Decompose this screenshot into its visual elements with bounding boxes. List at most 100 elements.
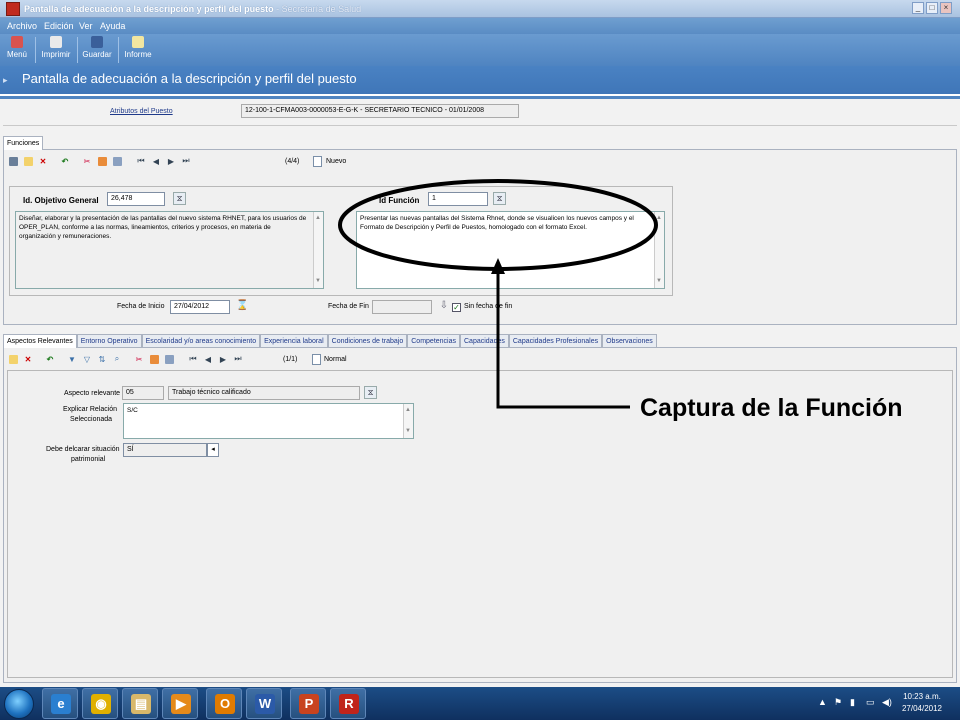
explicar-label: Explicar Relación: [63, 406, 118, 413]
objetivo-text: Diseñar, elaborar y la presentación de l…: [15, 211, 324, 289]
next-record-icon[interactable]: ▶: [217, 353, 229, 365]
calendar-icon[interactable]: ⇩: [438, 300, 450, 314]
copy-icon[interactable]: [96, 155, 108, 167]
menu-archivo[interactable]: Archivo: [7, 21, 37, 31]
network-icon[interactable]: ▮: [850, 697, 855, 708]
page-header: ▸ Pantalla de adecuación a la descripció…: [0, 66, 960, 94]
atributos-field: 12-100-1-CFMA003-0000053-E-G-K - SECRETA…: [241, 104, 519, 118]
divider: [3, 125, 957, 126]
tab-escolaridad[interactable]: Escolaridad y/o areas conocimiento: [141, 334, 261, 348]
tab-observaciones[interactable]: Observaciones: [602, 334, 657, 348]
report-icon: [132, 36, 144, 48]
tab-funciones[interactable]: Funciones: [3, 136, 44, 150]
fecha-fin-field[interactable]: [372, 300, 432, 314]
debe-declarar-select[interactable]: SÍ: [123, 443, 207, 457]
tab-capacidades-profesionales[interactable]: Capacidades Profesionales: [508, 334, 603, 348]
internet-explorer-taskbar-button[interactable]: e: [42, 688, 78, 719]
menu-button[interactable]: Menú: [4, 34, 30, 66]
id-funcion-field[interactable]: 1: [428, 192, 488, 206]
media-player-taskbar-button[interactable]: ▶: [162, 688, 198, 719]
start-button[interactable]: [4, 689, 34, 719]
sin-fecha-checkbox[interactable]: ✓: [452, 303, 461, 312]
tab-entorno-operativo[interactable]: Entorno Operativo: [76, 334, 142, 348]
menu-ayuda[interactable]: Ayuda: [100, 21, 125, 31]
fecha-inicio-field[interactable]: 27/04/2012: [170, 300, 230, 314]
file-explorer-taskbar-button[interactable]: ▤: [122, 688, 158, 719]
header-arrow-icon: ▸: [3, 75, 8, 85]
save-button[interactable]: Guardar: [80, 34, 114, 66]
rhnet-app-taskbar-button[interactable]: R: [330, 688, 366, 719]
new-record-icon[interactable]: [22, 155, 34, 167]
internet-explorer-icon: e: [51, 694, 71, 714]
calendar-icon[interactable]: ⌛: [236, 300, 248, 314]
record-status: Normal: [324, 356, 347, 363]
powerpoint-taskbar-button[interactable]: P: [290, 688, 326, 719]
last-record-icon[interactable]: ⏭: [232, 353, 244, 365]
outlook-taskbar-button[interactable]: O: [206, 688, 242, 719]
aspecto-desc-field: Trabajo técnico calificado: [168, 386, 360, 400]
tab-capacidades[interactable]: Capacidades: [460, 334, 509, 348]
dropdown-arrow-icon[interactable]: ◂: [207, 443, 219, 457]
undo-icon[interactable]: ↶: [59, 155, 71, 167]
clear-filter-icon[interactable]: ▽: [81, 353, 93, 365]
cut-icon[interactable]: ✂: [133, 353, 145, 365]
delete-icon[interactable]: ✕: [22, 353, 34, 365]
minimize-button[interactable]: _: [912, 2, 924, 14]
menu-ver[interactable]: Ver: [79, 21, 93, 31]
filter-icon[interactable]: ⧖: [493, 192, 506, 205]
first-record-icon[interactable]: ⏮: [187, 353, 199, 365]
word-taskbar-button[interactable]: W: [246, 688, 282, 719]
display-icon[interactable]: ▭: [866, 697, 875, 708]
undo-icon[interactable]: ↶: [44, 353, 56, 365]
chrome-taskbar-button[interactable]: ◉: [82, 688, 118, 719]
menu-bar: Archivo Edición Ver Ayuda: [0, 18, 960, 34]
explicar-scrollbar[interactable]: ▲ ▼: [403, 404, 413, 438]
paste-icon[interactable]: [163, 353, 175, 365]
cut-icon[interactable]: ✂: [81, 155, 93, 167]
print-button[interactable]: Imprimir: [38, 34, 74, 66]
list-icon[interactable]: [7, 155, 19, 167]
last-record-icon[interactable]: ⏭: [180, 155, 192, 167]
first-record-icon[interactable]: ⏮: [135, 155, 147, 167]
copy-icon[interactable]: [148, 353, 160, 365]
tab-competencias[interactable]: Competencias: [407, 334, 460, 348]
explicar-relacion-text[interactable]: S/C ▲ ▼: [123, 403, 414, 439]
tab-condiciones-trabajo[interactable]: Condiciones de trabajo: [327, 334, 408, 348]
filter-icon[interactable]: ⧖: [173, 192, 186, 205]
clock[interactable]: 10:23 a.m. 27/04/2012: [902, 691, 942, 715]
paste-icon[interactable]: [111, 155, 123, 167]
toolbar: Menú Imprimir Guardar Informe: [0, 34, 960, 66]
filter-icon[interactable]: ⧖: [364, 386, 377, 399]
funcion-scrollbar[interactable]: ▲ ▼: [654, 212, 664, 288]
lower-tab-strip: Aspectos Relevantes Entorno Operativo Es…: [3, 334, 657, 348]
id-objetivo-field[interactable]: 26,478: [107, 192, 165, 206]
tab-experiencia-laboral[interactable]: Experiencia laboral: [260, 334, 328, 348]
close-button[interactable]: ×: [940, 2, 952, 14]
tab-aspectos-relevantes[interactable]: Aspectos Relevantes: [3, 334, 77, 348]
volume-icon[interactable]: ◀): [882, 697, 892, 708]
prev-record-icon[interactable]: ◀: [150, 155, 162, 167]
toolbar-separator: [118, 37, 119, 63]
funcion-text[interactable]: Presentar las nuevas pantallas del Siste…: [356, 211, 665, 289]
fecha-fin-label: Fecha de Fin: [328, 303, 369, 310]
sort-icon[interactable]: ⇅: [96, 353, 108, 365]
funciones-group: Id. Objetivo General 26,478 ⧖ Diseñar, e…: [9, 186, 673, 296]
flag-icon[interactable]: ⚑: [834, 697, 842, 708]
outlook-icon: O: [215, 694, 235, 714]
report-button[interactable]: Informe: [121, 34, 155, 66]
media-player-icon: ▶: [171, 694, 191, 714]
id-funcion-label: Id Función: [379, 196, 420, 205]
atributos-link[interactable]: Atributos del Puesto: [110, 108, 173, 115]
filter-icon[interactable]: ▼: [66, 353, 78, 365]
menu-edicion[interactable]: Edición: [44, 21, 74, 31]
prev-record-icon[interactable]: ◀: [202, 353, 214, 365]
objetivo-scrollbar[interactable]: ▲ ▼: [313, 212, 323, 288]
next-record-icon[interactable]: ▶: [165, 155, 177, 167]
funciones-toolbar: ✕ ↶ ✂ ⏮ ◀ ▶ ⏭: [7, 155, 192, 167]
delete-icon[interactable]: ✕: [37, 155, 49, 167]
new-record-icon[interactable]: [7, 353, 19, 365]
page-title: Pantalla de adecuación a la descripción …: [22, 71, 357, 86]
restore-button[interactable]: □: [926, 2, 938, 14]
show-hidden-icons[interactable]: ▲: [818, 697, 827, 707]
find-icon[interactable]: ⌕: [111, 353, 123, 365]
